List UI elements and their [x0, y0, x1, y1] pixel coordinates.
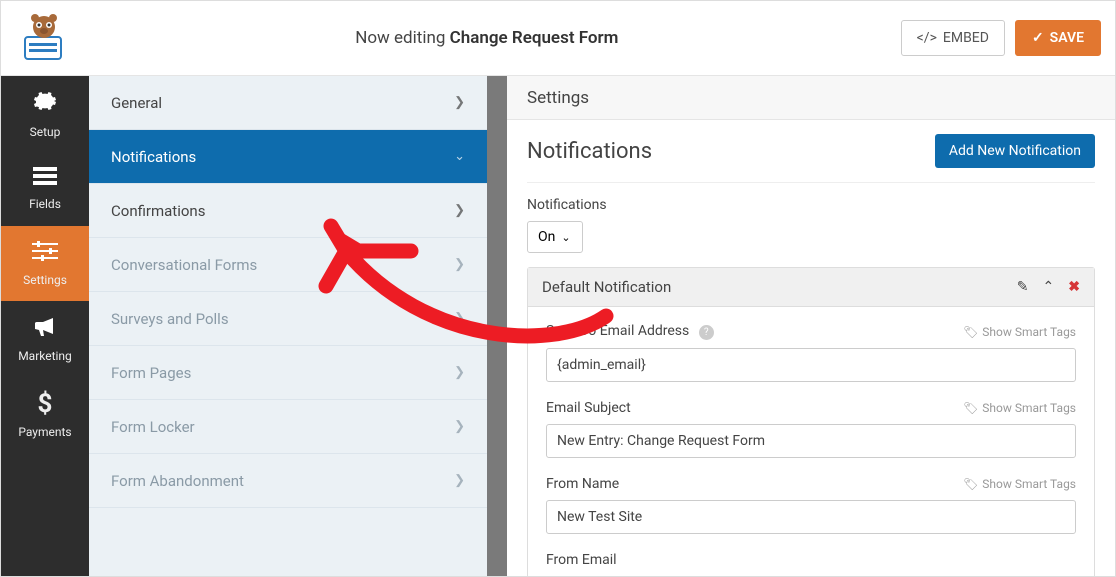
content-body: Notifications Add New Notification Notif…	[507, 120, 1115, 576]
subject-input[interactable]	[546, 424, 1076, 458]
notifications-toggle-select[interactable]: On ⌄	[527, 221, 583, 253]
from-name-label: From Name	[546, 476, 619, 492]
embed-button[interactable]: </> EMBED	[901, 20, 1005, 56]
section-title: Notifications	[527, 139, 652, 164]
chevron-right-icon: ❯	[454, 257, 465, 272]
row-from-name: From Name 🏷 Show Smart Tags	[546, 476, 1076, 534]
settings-item-notifications[interactable]: Notifications ⌄	[89, 130, 487, 184]
subject-label: Email Subject	[546, 400, 631, 416]
nav-label: Setup	[30, 125, 61, 139]
toggle-value: On	[538, 229, 555, 245]
content-panel: Settings Notifications Add New Notificat…	[507, 76, 1115, 576]
code-icon: </>	[917, 30, 937, 46]
top-bar: Now editing Change Request Form </> EMBE…	[1, 1, 1115, 76]
chevron-right-icon: ❯	[454, 95, 465, 110]
settings-item-surveys[interactable]: Surveys and Polls ❯	[89, 292, 487, 346]
tag-icon: 🏷	[963, 401, 978, 415]
chevron-right-icon: ❯	[454, 473, 465, 488]
nav-item-setup[interactable]: Setup	[1, 76, 89, 151]
help-icon[interactable]: ?	[699, 325, 714, 340]
toggle-label: Notifications	[527, 197, 1095, 213]
nav-label: Marketing	[18, 349, 72, 363]
notification-card: Default Notification ✎ ⌃ ✖ Send To Email…	[527, 267, 1095, 576]
settings-item-general[interactable]: General ❯	[89, 76, 487, 130]
main-area: Setup Fields Settings Marketing $ Paymen…	[1, 76, 1115, 576]
chevron-right-icon: ❯	[454, 365, 465, 380]
from-email-label: From Email	[546, 552, 617, 568]
settings-panel: General ❯ Notifications ⌄ Confirmations …	[89, 76, 487, 576]
settings-item-form-pages[interactable]: Form Pages ❯	[89, 346, 487, 400]
nav-item-fields[interactable]: Fields	[1, 151, 89, 226]
nav-label: Fields	[29, 197, 61, 211]
editing-context: Now editing Change Request Form	[73, 28, 901, 48]
settings-item-label: Conversational Forms	[111, 256, 257, 274]
notification-card-title: Default Notification	[542, 278, 671, 296]
app-logo	[15, 9, 73, 67]
settings-item-label: General	[111, 94, 162, 112]
page-title: Settings	[527, 88, 589, 108]
nav-item-payments[interactable]: $ Payments	[1, 376, 89, 451]
send-to-input[interactable]	[546, 348, 1076, 382]
settings-item-conversational[interactable]: Conversational Forms ❯	[89, 238, 487, 292]
settings-item-label: Notifications	[111, 148, 196, 166]
settings-item-label: Surveys and Polls	[111, 310, 229, 328]
nav-label: Payments	[18, 425, 71, 439]
save-label: SAVE	[1050, 30, 1084, 46]
smart-tags-toggle[interactable]: 🏷 Show Smart Tags	[963, 325, 1076, 339]
nav-label: Settings	[23, 273, 67, 287]
panel-divider	[487, 76, 507, 576]
settings-item-form-locker[interactable]: Form Locker ❯	[89, 400, 487, 454]
embed-label: EMBED	[943, 30, 989, 46]
check-icon: ✓	[1032, 30, 1044, 46]
tag-icon: 🏷	[963, 325, 978, 339]
row-subject: Email Subject 🏷 Show Smart Tags	[546, 400, 1076, 458]
settings-item-confirmations[interactable]: Confirmations ❯	[89, 184, 487, 238]
chevron-right-icon: ❯	[454, 203, 465, 218]
row-from-email: From Email	[546, 552, 1076, 568]
dollar-icon: $	[38, 389, 53, 419]
editing-prefix: Now editing	[355, 28, 449, 48]
settings-menu-list[interactable]: General ❯ Notifications ⌄ Confirmations …	[89, 76, 487, 576]
nav-item-settings[interactable]: Settings	[1, 226, 89, 301]
chevron-down-icon: ⌄	[561, 231, 570, 244]
section-header-row: Notifications Add New Notification	[527, 134, 1095, 183]
from-name-input[interactable]	[546, 500, 1076, 534]
notification-card-body: Send To Email Address ? 🏷 Show Smart Tag…	[528, 307, 1094, 576]
card-actions: ✎ ⌃ ✖	[1017, 279, 1080, 295]
nav-item-marketing[interactable]: Marketing	[1, 301, 89, 376]
chevron-right-icon: ❯	[454, 419, 465, 434]
settings-item-form-abandonment[interactable]: Form Abandonment ❯	[89, 454, 487, 508]
list-icon	[33, 166, 57, 191]
content-header: Settings	[507, 76, 1115, 120]
smart-tags-toggle[interactable]: 🏷 Show Smart Tags	[963, 477, 1076, 491]
row-send-to: Send To Email Address ? 🏷 Show Smart Tag…	[546, 323, 1076, 382]
add-notification-button[interactable]: Add New Notification	[935, 134, 1095, 168]
save-button[interactable]: ✓ SAVE	[1015, 20, 1101, 56]
form-name: Change Request Form	[450, 28, 619, 48]
settings-item-label: Form Pages	[111, 364, 191, 382]
tag-icon: 🏷	[963, 477, 978, 491]
settings-item-label: Confirmations	[111, 202, 205, 220]
settings-item-label: Form Abandonment	[111, 472, 244, 490]
chevron-down-icon: ⌄	[454, 149, 465, 164]
collapse-up-icon[interactable]: ⌃	[1043, 279, 1055, 295]
send-to-label: Send To Email Address ?	[546, 323, 714, 340]
notifications-toggle-block: Notifications On ⌄	[527, 197, 1095, 253]
edit-icon[interactable]: ✎	[1017, 279, 1029, 295]
bullhorn-icon	[33, 315, 57, 343]
notification-card-header: Default Notification ✎ ⌃ ✖	[528, 268, 1094, 307]
left-nav: Setup Fields Settings Marketing $ Paymen…	[1, 76, 89, 576]
settings-item-label: Form Locker	[111, 418, 195, 436]
sliders-icon	[32, 241, 58, 267]
smart-tags-toggle[interactable]: 🏷 Show Smart Tags	[963, 401, 1076, 415]
gear-icon	[33, 89, 57, 119]
remove-icon[interactable]: ✖	[1068, 279, 1080, 295]
chevron-right-icon: ❯	[454, 311, 465, 326]
